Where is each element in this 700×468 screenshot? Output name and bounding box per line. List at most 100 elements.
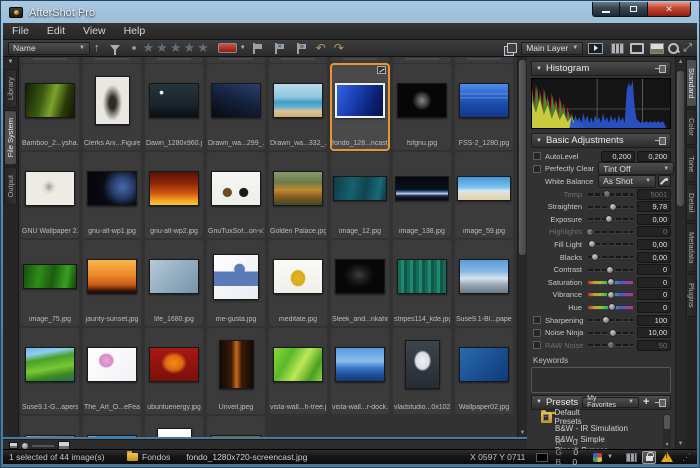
partial-cell[interactable] (269, 57, 327, 63)
right-tab[interactable]: Plugins (686, 274, 697, 317)
thumbnail-cell[interactable]: Drawn_wa...299_.jpg (207, 64, 265, 150)
thumbnail-cell[interactable]: fsfgnu.jpg (393, 64, 451, 150)
slider[interactable] (588, 214, 633, 224)
thumbnail-cell[interactable]: image_59.jpg (455, 152, 513, 238)
slider-knob[interactable] (603, 190, 611, 198)
histogram-header[interactable]: ▼ Histogram (531, 61, 671, 76)
slider-knob[interactable] (609, 329, 617, 337)
rotate-right-icon[interactable]: ↷ (334, 42, 344, 55)
tree-expander-icon[interactable]: − (543, 414, 549, 421)
right-tab[interactable]: Color (686, 109, 697, 145)
slider[interactable] (588, 189, 633, 199)
slider-knob[interactable] (605, 215, 613, 223)
layers-icon[interactable] (504, 43, 516, 54)
basic-adjustments-header[interactable]: ▼ Basic Adjustments (531, 133, 671, 148)
value-field[interactable]: 0,00 (637, 252, 671, 263)
color-management-icon[interactable] (593, 453, 602, 462)
value-field[interactable]: 0 (637, 226, 671, 237)
thumbnail-cell[interactable]: stripes114_kde.jpg (393, 240, 451, 326)
star-icon[interactable]: ★ (183, 40, 195, 55)
menu-item[interactable]: Edit (38, 23, 74, 39)
right-tab[interactable]: Standard (686, 59, 697, 107)
slider[interactable] (588, 202, 633, 212)
slider-knob[interactable] (586, 228, 594, 236)
fullscreen-icon[interactable]: ⤢ (683, 42, 692, 55)
thumbnail-cell[interactable] (21, 416, 79, 437)
partial-cell[interactable] (331, 57, 389, 63)
menu-item[interactable]: Help (115, 23, 155, 39)
thumbnail-cell[interactable] (145, 416, 203, 437)
slider[interactable] (588, 328, 633, 338)
small-thumbnails-icon[interactable] (9, 442, 18, 449)
scroll-up-icon[interactable]: ▲ (676, 59, 685, 65)
left-tab[interactable]: Library (4, 69, 17, 108)
checkbox[interactable] (533, 165, 541, 173)
folder-name[interactable]: Fondos (142, 452, 170, 462)
eyedropper-button[interactable] (658, 175, 671, 187)
value-field[interactable]: 0,00 (637, 239, 671, 250)
value-field[interactable]: 50 (637, 340, 671, 351)
thumbnail-cell[interactable]: Dawn_1280x960.jpg (145, 64, 203, 150)
thumbnail-cell[interactable]: Drawn_wa...332_.jpg (269, 64, 327, 150)
right-tab[interactable]: Metadata (686, 223, 697, 272)
value-field[interactable]: 0 (637, 277, 671, 288)
thumbnail-cell[interactable]: gnu-alt-wp1.jpg (83, 152, 141, 238)
thumbnail-view-icon[interactable] (611, 43, 624, 54)
scroll-down-icon[interactable]: ▼ (518, 430, 527, 436)
partial-cell[interactable] (21, 57, 79, 63)
value-field[interactable]: 0,200 (601, 151, 635, 162)
partial-cell[interactable] (83, 57, 141, 63)
thumbnail-cell[interactable]: me-gusta.jpg (207, 240, 265, 326)
maximize-button[interactable] (620, 2, 647, 17)
thumbnail-cell[interactable]: jaunty-sunset.jpg (83, 240, 141, 326)
slider[interactable] (588, 315, 633, 325)
thumbnail-cell[interactable]: image_138.jpg (393, 152, 451, 238)
zoom-slider-track[interactable] (32, 445, 54, 447)
value-field[interactable]: 0 (637, 264, 671, 275)
panel-scrollbar-thumb[interactable] (677, 71, 684, 206)
thumbnail-cell[interactable]: gnu-alt-wp2.jpg (145, 152, 203, 238)
partial-cell[interactable] (145, 57, 203, 63)
slider-knob[interactable] (607, 278, 615, 286)
partial-cell[interactable] (207, 57, 265, 63)
thumbnail-cell[interactable]: GNU Wallpaper 2.jpg (21, 152, 79, 238)
collapse-icon[interactable]: ▼ (536, 138, 542, 144)
thumbnail-cell[interactable]: Suse9.1-Bl...papers.jpg (455, 240, 513, 326)
thumbnail-cell[interactable]: ubuntuenergy.jpg (145, 328, 203, 414)
thumbnail-cell[interactable]: life_1680.jpg (145, 240, 203, 326)
image-view-icon[interactable] (650, 43, 664, 54)
star-icon[interactable]: ★ (143, 40, 155, 55)
layer-dropdown[interactable]: Main Layer▼ (521, 42, 583, 55)
menu-item[interactable]: View (74, 23, 115, 39)
left-tab[interactable]: Output (4, 167, 17, 206)
pin-icon[interactable] (655, 137, 666, 144)
pin-icon[interactable] (655, 65, 666, 72)
presets-header[interactable]: ▼ Presets My Favorites▼ + (531, 395, 671, 410)
slider-knob[interactable] (588, 240, 596, 248)
partial-cell[interactable] (455, 57, 513, 63)
slider[interactable] (588, 290, 633, 300)
value-field[interactable]: 9,78 (637, 201, 671, 212)
minimize-button[interactable] (592, 2, 620, 17)
thumbnail-cell[interactable]: Unveil.jpeg (207, 328, 265, 414)
filter-icon[interactable] (110, 45, 120, 56)
thumbnail-cell[interactable]: GnuTuxSof...on-v1.jpg (207, 152, 265, 238)
slider[interactable] (588, 340, 633, 350)
thumbnail-cell[interactable]: Bamboo_2...ysha.jpg (21, 64, 79, 150)
lock-icon[interactable] (642, 451, 656, 464)
preview-view-icon[interactable] (630, 43, 644, 54)
slider[interactable] (588, 277, 633, 287)
value-field[interactable]: 10,00 (637, 327, 671, 338)
thumbnail-cell[interactable]: Golden Palace.jpg (269, 152, 327, 238)
checkbox[interactable] (533, 152, 541, 160)
slider[interactable] (588, 227, 633, 237)
menu-item[interactable]: File (3, 23, 38, 39)
star-icon[interactable]: ★ (170, 40, 182, 55)
star-icon[interactable]: ★ (197, 40, 209, 55)
dropdown[interactable]: Tint Off▼ (598, 162, 674, 175)
thumbnail-cell[interactable]: vladstudio...0x1024.jpg (393, 328, 451, 414)
title-bar[interactable]: AfterShot Pro ✕ (3, 2, 697, 23)
thumbnail-cell[interactable]: Suse9.1-G...apers.jpg (21, 328, 79, 414)
sort-dropdown[interactable]: Name▼ (8, 42, 90, 55)
right-tab[interactable]: Tone (686, 147, 697, 181)
